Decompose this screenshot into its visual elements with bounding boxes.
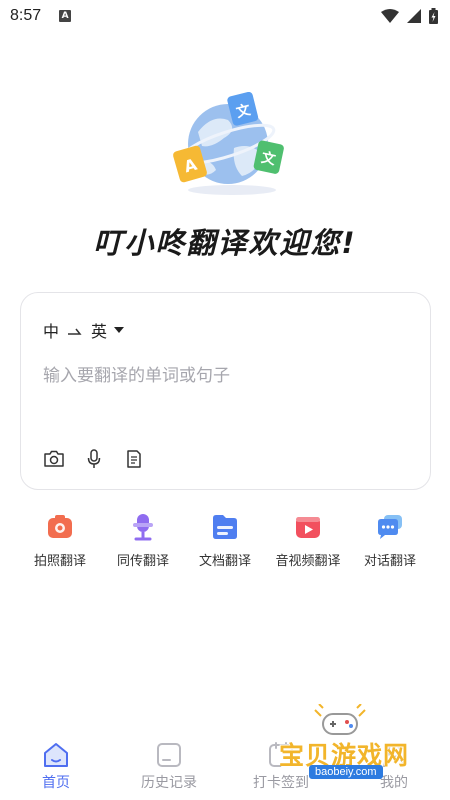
feature-label: 文档翻译: [198, 554, 251, 569]
document-icon[interactable]: [123, 448, 145, 470]
feature-photo-translate[interactable]: 拍照翻译: [15, 512, 105, 569]
source-language[interactable]: 中: [43, 318, 59, 342]
nav-checkin[interactable]: 打卡签到: [236, 740, 326, 792]
checkin-icon: [269, 742, 293, 767]
feature-label: 对话翻译: [363, 554, 416, 569]
nav-label-history: 历史记录: [141, 775, 197, 791]
wifi-icon: [381, 9, 399, 23]
feature-label: 音视频翻译: [275, 554, 341, 569]
feature-av-translate[interactable]: 音视频翻译: [263, 512, 353, 569]
video-translate-icon: [296, 517, 320, 538]
nav-label-profile: 我的: [380, 775, 408, 791]
nav-label-home: 首页: [42, 775, 70, 791]
status-bar: 8:57 A: [0, 0, 450, 32]
status-icons: [381, 8, 438, 24]
profile-icon: [383, 744, 405, 768]
swap-arrow-icon[interactable]: [67, 325, 83, 335]
input-tools: [43, 448, 145, 470]
target-language[interactable]: 英: [91, 318, 107, 342]
camera-translate-icon: [48, 515, 72, 538]
nav-history[interactable]: 历史记录: [124, 740, 214, 792]
translate-input[interactable]: 输入要翻译的单词或句子: [43, 361, 230, 386]
camera-icon[interactable]: [43, 448, 65, 470]
battery-icon: [429, 8, 438, 24]
mic-translate-icon: [133, 514, 153, 541]
feature-document-translate[interactable]: 文档翻译: [180, 512, 270, 569]
nav-profile[interactable]: 我的: [349, 740, 439, 792]
chevron-down-icon[interactable]: [113, 326, 125, 334]
feature-label: 同传翻译: [116, 554, 169, 569]
feature-dialogue-translate[interactable]: 对话翻译: [345, 512, 435, 569]
history-icon: [157, 743, 181, 767]
signal-icon: [407, 9, 421, 23]
welcome-title: 叮小咚翻译欢迎您!: [93, 226, 357, 260]
feature-simultaneous-translate[interactable]: 同传翻译: [98, 512, 188, 569]
feature-label: 拍照翻译: [33, 554, 86, 569]
language-selector[interactable]: 中 英: [43, 318, 125, 342]
bottom-navigation: 首页 历史记录 打卡签到 我的: [0, 740, 450, 800]
doc-translate-icon: [213, 515, 237, 539]
home-icon: [44, 743, 68, 767]
nav-label-checkin: 打卡签到: [253, 775, 309, 791]
status-time: 8:57: [10, 7, 42, 24]
gamepad-icon: [314, 704, 366, 735]
notification-icon: A: [59, 10, 72, 22]
chat-translate-icon: [378, 515, 402, 539]
microphone-icon[interactable]: [83, 448, 105, 470]
translate-input-card[interactable]: 中 英 输入要翻译的单词或句子: [20, 292, 431, 490]
globe-illustration: 文 A 文: [173, 92, 284, 195]
nav-home[interactable]: 首页: [11, 740, 101, 792]
